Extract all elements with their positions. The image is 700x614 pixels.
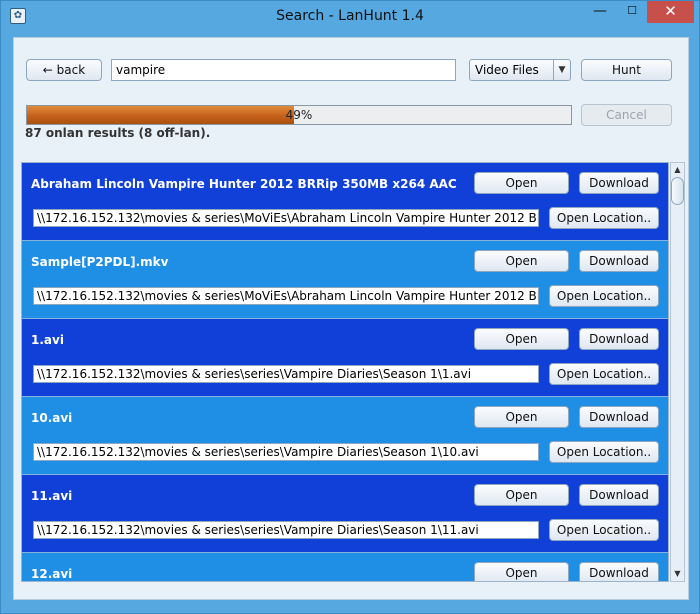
open-button[interactable]: Open	[474, 328, 569, 350]
result-path-field[interactable]: \\172.16.152.132\movies & series\MoViEs\…	[33, 287, 539, 305]
cancel-button[interactable]: Cancel	[581, 104, 672, 126]
title-bar[interactable]: ✿ Search - LanHunt 1.4 — ☐ ✕	[1, 1, 699, 32]
open-location-button[interactable]: Open Location..	[549, 441, 659, 463]
hunt-button[interactable]: Hunt	[581, 59, 672, 81]
result-title: Sample[P2PDL].mkv	[31, 255, 169, 269]
maximize-button[interactable]: ☐	[619, 1, 645, 23]
open-location-button[interactable]: Open Location..	[549, 207, 659, 229]
result-title: 12.avi	[31, 567, 73, 581]
result-title: Abraham Lincoln Vampire Hunter 2012 BRRi…	[31, 177, 461, 191]
client-area: ← back vampire Video Files ▼ Hunt 49% Ca…	[9, 32, 693, 608]
list-item: Abraham Lincoln Vampire Hunter 2012 BRRi…	[22, 163, 668, 241]
download-button[interactable]: Download	[579, 172, 659, 194]
list-item: 11.avi Open Download \\172.16.152.132\mo…	[22, 475, 668, 553]
result-path-field[interactable]: \\172.16.152.132\movies & series\MoViEs\…	[33, 209, 539, 227]
progress-bar: 49%	[26, 105, 572, 125]
download-button[interactable]: Download	[579, 406, 659, 428]
scroll-up-icon[interactable]: ▲	[671, 163, 684, 177]
scroll-down-icon[interactable]: ▼	[671, 567, 684, 581]
chevron-down-icon[interactable]: ▼	[553, 60, 570, 80]
search-input[interactable]: vampire	[111, 59, 456, 81]
result-path-field[interactable]: \\172.16.152.132\movies & series\series\…	[33, 443, 539, 461]
file-type-selected: Video Files	[475, 63, 539, 77]
lanhunt-window: ✿ Search - LanHunt 1.4 — ☐ ✕ ← back vamp…	[0, 0, 700, 614]
results-list[interactable]: Abraham Lincoln Vampire Hunter 2012 BRRi…	[21, 162, 669, 582]
download-button[interactable]: Download	[579, 328, 659, 350]
result-title: 1.avi	[31, 333, 64, 347]
back-button[interactable]: ← back	[26, 59, 102, 81]
download-button[interactable]: Download	[579, 250, 659, 272]
list-item: Sample[P2PDL].mkv Open Download \\172.16…	[22, 241, 668, 319]
open-button[interactable]: Open	[474, 172, 569, 194]
close-button[interactable]: ✕	[647, 1, 694, 23]
open-button[interactable]: Open	[474, 250, 569, 272]
result-path-field[interactable]: \\172.16.152.132\movies & series\series\…	[33, 365, 539, 383]
open-button[interactable]: Open	[474, 406, 569, 428]
file-type-select[interactable]: Video Files ▼	[469, 59, 571, 81]
download-button[interactable]: Download	[579, 562, 659, 581]
open-location-button[interactable]: Open Location..	[549, 285, 659, 307]
scroll-thumb[interactable]	[671, 177, 684, 205]
open-location-button[interactable]: Open Location..	[549, 363, 659, 385]
list-item: 12.avi Open Download	[22, 553, 668, 581]
progress-percent: 49%	[285, 108, 313, 122]
list-item: 10.avi Open Download \\172.16.152.132\mo…	[22, 397, 668, 475]
list-item: 1.avi Open Download \\172.16.152.132\mov…	[22, 319, 668, 397]
results-summary: 87 onlan results (8 off-lan).	[25, 126, 211, 140]
results-scrollbar[interactable]: ▲ ▼	[670, 162, 685, 582]
download-button[interactable]: Download	[579, 484, 659, 506]
minimize-button[interactable]: —	[586, 1, 614, 23]
search-panel: ← back vampire Video Files ▼ Hunt 49% Ca…	[13, 37, 689, 600]
open-button[interactable]: Open	[474, 484, 569, 506]
result-title: 11.avi	[31, 489, 73, 503]
open-button[interactable]: Open	[474, 562, 569, 581]
result-title: 10.avi	[31, 411, 73, 425]
result-path-field[interactable]: \\172.16.152.132\movies & series\series\…	[33, 521, 539, 539]
open-location-button[interactable]: Open Location..	[549, 519, 659, 541]
